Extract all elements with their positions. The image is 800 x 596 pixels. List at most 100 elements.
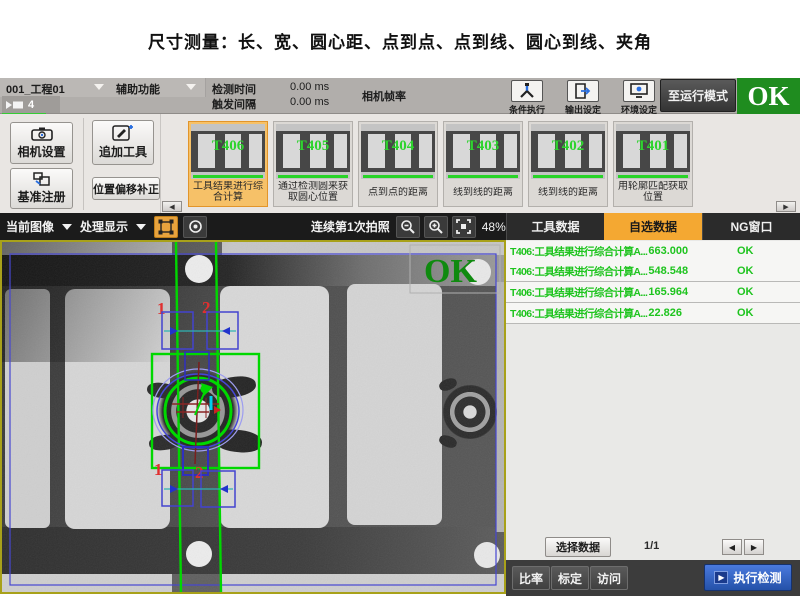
zoom-level: 48% [482, 220, 506, 234]
tool-thumbnail-t404[interactable]: T404 点到点的距离 [358, 121, 438, 207]
detect-time-label: 检测时间 [212, 81, 256, 97]
thumbnail-image: T402 [531, 124, 605, 179]
thumb-scroll-left-button[interactable]: ◀ [162, 201, 182, 212]
result-row[interactable]: T406:工具结果进行综合计算A... 548.548 OK [506, 261, 800, 282]
page-next-button[interactable]: ▶ [744, 539, 764, 555]
camera-icon [31, 127, 53, 141]
app-window: 尺寸测量：长、宽、圆心距、点到点、点到线、圆心到线、夹角 001_工程01 辅助… [0, 0, 800, 596]
tool-thumbnail-t401[interactable]: T401 用轮廓匹配获取位置 [613, 121, 693, 207]
access-button[interactable]: 访问 [590, 566, 628, 590]
environment-setting-button[interactable]: 环境设定 [612, 79, 666, 113]
image-result-status: OK [424, 253, 477, 290]
video-camera-icon [6, 100, 24, 110]
result-row[interactable]: T406:工具结果进行综合计算A... 663.000 OK [506, 241, 800, 262]
tool-thumbnail-t405[interactable]: T405 通过检测圆来获取圆心位置 [273, 121, 353, 207]
detect-time-value: 0.00 ms [290, 81, 329, 93]
add-tool-icon [112, 125, 134, 141]
measure-arrow [170, 485, 178, 493]
fit-screen-button[interactable] [452, 216, 476, 238]
zoom-in-button[interactable] [424, 216, 448, 238]
global-status-badge: OK [737, 78, 800, 114]
calibration-button[interactable]: 标定 [551, 566, 589, 590]
capture-status: 连续第1次拍照 [311, 218, 390, 235]
divider [160, 114, 161, 213]
image-frame-rect [10, 254, 496, 585]
select-data-button[interactable]: 选择数据 [545, 537, 611, 557]
fit-screen-icon [456, 219, 471, 234]
transform-icon [158, 219, 174, 235]
row-status: OK [737, 307, 754, 319]
zoom-out-icon [400, 219, 416, 235]
thumbnail-image: T403 [446, 124, 520, 179]
marker-label-1: 1 [154, 460, 163, 479]
tool-caption: 工具结果进行综合计算 [191, 181, 265, 203]
run-mode-button[interactable]: 至运行模式 [660, 79, 736, 112]
camera-setup-button[interactable]: 相机设置 [10, 122, 73, 164]
chevron-down-icon[interactable] [94, 84, 104, 90]
status-underline [193, 175, 263, 178]
thumbnail-image: T405 [276, 124, 350, 179]
measure-arrow [220, 485, 228, 493]
top-toolbar: 001_工程01 辅助功能 检测时间 0.00 ms 触发间隔 0.00 ms … [0, 78, 800, 114]
output-icon [567, 80, 599, 102]
run-inspection-button[interactable]: ▶ 执行检测 [704, 564, 792, 591]
rotate-icon [188, 219, 203, 234]
tool-thumbnail-t406[interactable]: T406 工具结果进行综合计算 [188, 121, 268, 207]
thumbnail-image: T401 [616, 124, 690, 179]
monitor-gear-icon [623, 80, 655, 102]
thumb-scroll-right-button[interactable]: ▶ [776, 201, 796, 212]
ratio-button[interactable]: 比率 [512, 566, 550, 590]
thumbnail-image: T404 [361, 124, 435, 179]
thumbnail-image: T406 [191, 124, 265, 179]
row-status: OK [737, 286, 754, 298]
custom-data-panel: T406:工具结果进行综合计算A... 663.000 OK T406:工具结果… [506, 240, 800, 560]
tool-thumbnail-t402[interactable]: T402 线到线的距离 [528, 121, 608, 207]
page-title: 尺寸测量：长、宽、圆心距、点到点、点到线、圆心到线、夹角 [0, 28, 800, 53]
add-tool-button[interactable]: 追加工具 [92, 120, 154, 165]
row-status: OK [737, 245, 754, 257]
inner-search-box [185, 352, 209, 380]
marker-label-2: 2 [195, 463, 204, 482]
tool-id: T406 [191, 138, 265, 155]
display-mode-dropdown[interactable]: 处理显示 [80, 218, 128, 235]
aux-menu[interactable]: 辅助功能 [116, 81, 160, 97]
condition-exec-button[interactable]: 条件执行 [500, 79, 554, 113]
result-row[interactable]: T406:工具结果进行综合计算A... 165.964 OK [506, 282, 800, 303]
camera-selector[interactable]: 4 [2, 96, 60, 113]
camera-number: 4 [28, 99, 34, 111]
camera-image-view[interactable]: 1 2 1 2 OK [0, 240, 506, 594]
zoom-out-button[interactable] [396, 216, 420, 238]
register-datum-button[interactable]: 基准注册 [10, 168, 73, 209]
zoom-in-icon [428, 219, 444, 235]
play-icon: ▶ [714, 571, 728, 584]
tab-tool-data[interactable]: 工具数据 [506, 213, 604, 240]
chevron-down-icon[interactable] [186, 84, 196, 90]
project-selector[interactable]: 001_工程01 [6, 81, 65, 97]
divider [83, 118, 84, 210]
datum-icon [31, 172, 53, 186]
region-edit-button[interactable] [154, 216, 178, 238]
bottom-toolbar: 比率 标定 访问 ▶ 执行检测 [506, 560, 800, 596]
current-image-dropdown[interactable]: 当前图像 [6, 218, 54, 235]
result-row[interactable]: T406:工具结果进行综合计算A... 22.826 OK [506, 303, 800, 324]
tab-custom-data[interactable]: 自选数据 [604, 213, 702, 240]
tool-thumbnail-t403[interactable]: T403 线到线的距离 [443, 121, 523, 207]
chevron-down-icon[interactable] [62, 224, 72, 230]
edge-line-1 [176, 242, 181, 592]
edge-line-2 [216, 242, 221, 592]
row-status: OK [737, 265, 754, 277]
output-setting-button[interactable]: 输出设定 [556, 79, 610, 113]
measure-arrow [222, 327, 230, 335]
rotate-view-button[interactable] [183, 216, 207, 238]
branch-icon [511, 80, 543, 102]
frame-rate-label: 相机帧率 [362, 88, 406, 104]
trigger-interval-label: 触发间隔 [212, 96, 256, 112]
page-prev-button[interactable]: ◀ [722, 539, 742, 555]
image-toolbar: 当前图像 处理显示 连续第1次拍照 48% [0, 213, 506, 240]
page-indicator: 1/1 [644, 540, 659, 552]
tab-ng-window[interactable]: NG窗口 [702, 213, 800, 240]
chevron-down-icon[interactable] [136, 224, 146, 230]
measurement-overlay: 1 2 1 2 OK [2, 242, 504, 592]
trigger-interval-value: 0.00 ms [290, 96, 329, 108]
position-offset-button[interactable]: 位置偏移补正 [92, 177, 160, 200]
